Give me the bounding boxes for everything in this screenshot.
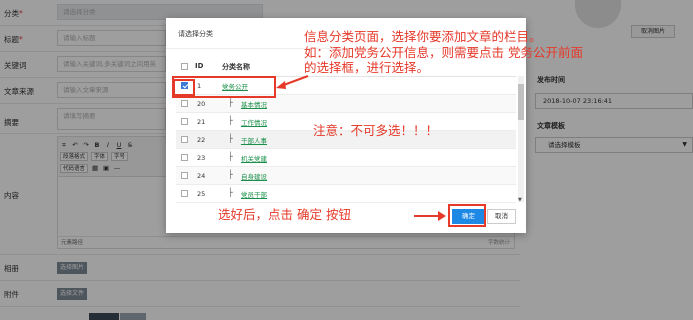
arrow-head bbox=[276, 81, 286, 89]
arrow-head bbox=[438, 211, 446, 221]
annotation-arrows bbox=[276, 75, 446, 221]
